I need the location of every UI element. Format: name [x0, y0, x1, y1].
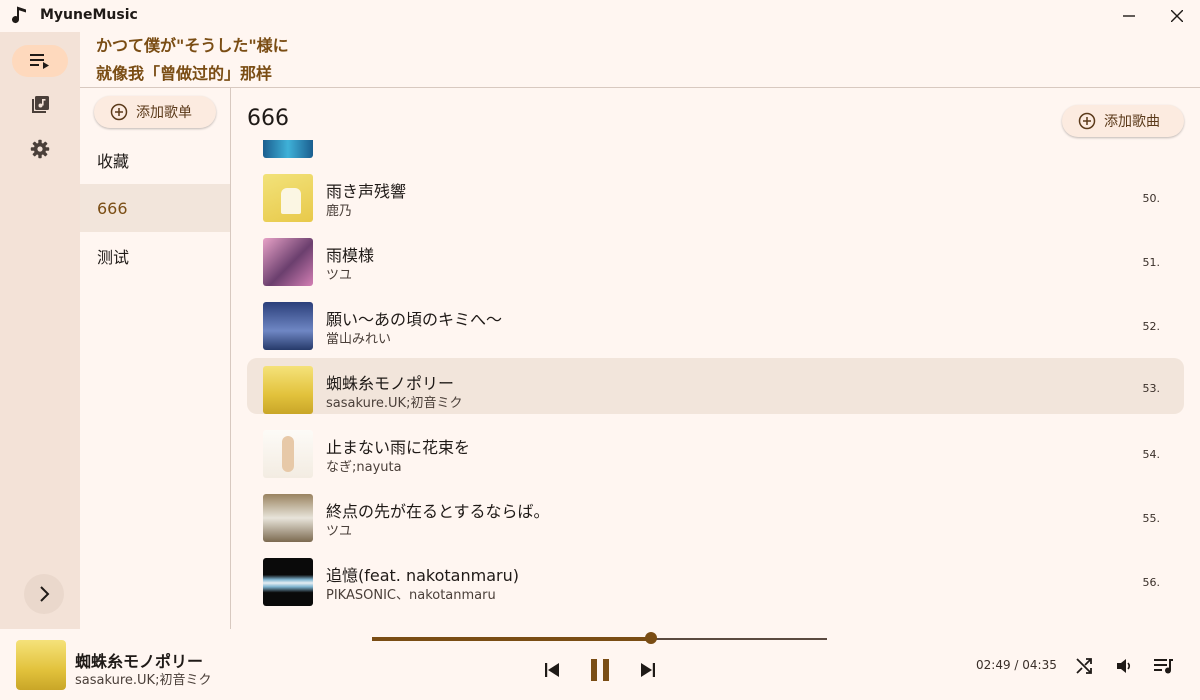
playlist-item[interactable]: 666: [80, 184, 230, 232]
song-row[interactable]: 雨き声残響 鹿乃 50.: [247, 170, 1184, 226]
song-title: 願い～あの頃のキミへ～: [326, 310, 503, 329]
previous-button[interactable]: [541, 657, 563, 683]
pause-icon: [591, 659, 609, 681]
album-cover: [263, 494, 313, 542]
playlist-item[interactable]: 收藏: [80, 136, 230, 184]
divider: [80, 87, 1200, 88]
nav-item-library[interactable]: [12, 89, 68, 121]
song-artist: 當山みれい: [326, 332, 392, 347]
song-index: 56.: [1142, 576, 1161, 589]
add-playlist-button[interactable]: 添加歌单: [94, 96, 216, 128]
song-index: 53.: [1142, 382, 1161, 395]
shuffle-icon: [1076, 658, 1092, 674]
queue-button[interactable]: [1153, 655, 1175, 677]
song-artist: ツユ: [326, 524, 353, 539]
song-index: 55.: [1142, 512, 1161, 525]
settings-icon: [30, 139, 50, 159]
nav-item-settings[interactable]: [12, 133, 68, 165]
song-artist: ツユ: [326, 268, 353, 283]
playlist-panel: 添加歌单 收藏 666 测试: [80, 88, 230, 629]
song-title: 終点の先が在るとするならば。: [326, 502, 550, 521]
queue-music-icon: [30, 54, 49, 69]
add-circle-icon: [110, 103, 128, 121]
song-row[interactable]: 願い～あの頃のキミへ～ 當山みれい 52.: [247, 298, 1184, 354]
player-bar: 蜘蛛糸モノポリー sasakure.UK;初音ミク 02:49 / 04:35: [0, 629, 1200, 700]
add-circle-icon: [1078, 112, 1096, 130]
progress-fill: [372, 637, 652, 641]
album-cover: [263, 366, 313, 414]
playlist-item-label: 666: [97, 198, 128, 218]
close-icon: [1171, 10, 1183, 22]
shuffle-button[interactable]: [1073, 655, 1095, 677]
chevron-right-icon: [40, 586, 50, 602]
album-cover: [263, 430, 313, 478]
next-button[interactable]: [637, 657, 659, 683]
minimize-icon: [1123, 15, 1135, 17]
close-button[interactable]: [1154, 0, 1200, 32]
lyric-line-original: かつて僕が"そうした"様に: [96, 36, 289, 55]
music-note-icon: [12, 6, 26, 24]
progress-slider[interactable]: [372, 632, 827, 644]
song-artist: PIKASONIC、nakotanmaru: [326, 588, 496, 603]
lyrics-display: かつて僕が"そうした"様に 就像我「曾做过的」那样: [96, 36, 289, 92]
add-playlist-label: 添加歌单: [136, 105, 192, 121]
expand-nav-button[interactable]: [24, 574, 64, 614]
album-cover: [263, 238, 313, 286]
now-playing-cover: [16, 640, 66, 690]
pause-button[interactable]: [587, 654, 613, 686]
song-artist: 鹿乃: [326, 204, 353, 219]
album-cover: [263, 302, 313, 350]
app-title: MyuneMusic: [40, 7, 138, 23]
album-cover: [263, 558, 313, 606]
song-artist: sasakure.UK;初音ミク: [326, 396, 463, 411]
song-title: 追憶(feat. nakotanmaru): [326, 566, 519, 585]
song-row-playing[interactable]: 蜘蛛糸モノポリー sasakure.UK;初音ミク 53.: [247, 358, 1184, 414]
song-title: 止まない雨に花束を: [326, 438, 471, 457]
skip-next-icon: [641, 663, 655, 677]
add-song-label: 添加歌曲: [1104, 114, 1160, 130]
song-row[interactable]: 追憶(feat. nakotanmaru) PIKASONIC、nakotanm…: [247, 554, 1184, 610]
minimize-button[interactable]: [1106, 0, 1152, 32]
playlist-item-label: 收藏: [97, 152, 130, 171]
playlist-item-label: 测试: [97, 248, 130, 267]
volume-button[interactable]: [1113, 655, 1135, 677]
song-index: 52.: [1142, 320, 1161, 333]
volume-icon: [1117, 659, 1131, 673]
add-song-button[interactable]: 添加歌曲: [1062, 105, 1184, 137]
progress-thumb[interactable]: [645, 632, 658, 644]
queue-icon: [1154, 659, 1173, 674]
divider: [230, 88, 231, 629]
song-artist: なぎ;nayuta: [326, 460, 402, 475]
skip-previous-icon: [545, 663, 559, 677]
title-bar: MyuneMusic: [0, 0, 1200, 32]
song-index: 51.: [1142, 256, 1161, 269]
song-index: 50.: [1142, 192, 1161, 205]
playback-time: 02:49 / 04:35: [976, 658, 1057, 672]
song-list[interactable]: 雨き声残響 鹿乃 50. 雨模様 ツユ 51. 願い～あの頃のキミへ～ 當山みれ…: [247, 140, 1184, 629]
song-row[interactable]: 終点の先が在るとするならば。 ツユ 55.: [247, 490, 1184, 546]
now-playing-artist: sasakure.UK;初音ミク: [75, 673, 212, 688]
album-cover: [263, 140, 313, 158]
playlist-title: 666: [247, 106, 289, 131]
song-title: 蜘蛛糸モノポリー: [326, 374, 455, 393]
playlist-item[interactable]: 测试: [80, 232, 230, 280]
library-music-icon: [32, 96, 49, 113]
song-row[interactable]: 止まない雨に花束を なぎ;nayuta 54.: [247, 426, 1184, 482]
song-title: 雨模様: [326, 246, 375, 265]
nav-item-playlists[interactable]: [12, 45, 68, 77]
song-index: 54.: [1142, 448, 1161, 461]
navigation-rail: [0, 32, 80, 629]
song-row[interactable]: 雨模様 ツユ 51.: [247, 234, 1184, 290]
song-title: 雨き声残響: [326, 182, 407, 201]
album-cover: [263, 174, 313, 222]
